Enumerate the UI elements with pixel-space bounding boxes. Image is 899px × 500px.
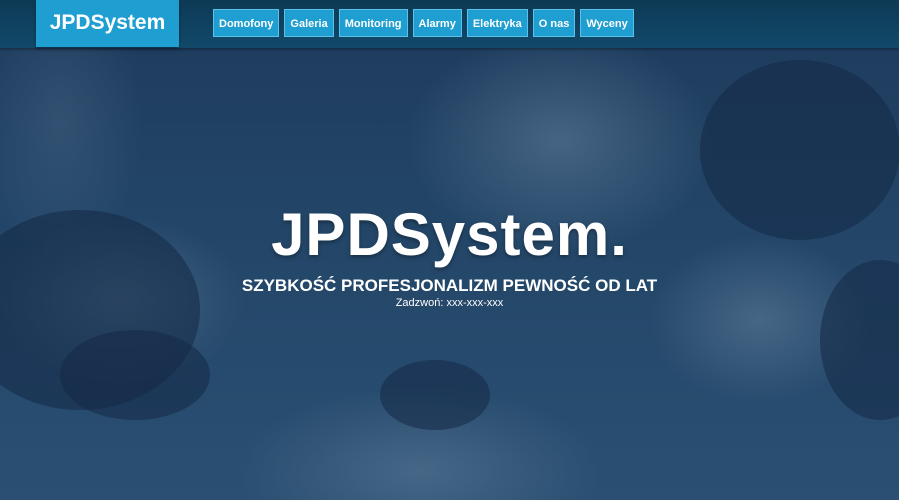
nav-item-wyceny[interactable]: Wyceny <box>580 9 634 37</box>
hero-tagline: SZYBKOŚĆ PROFESJONALIZM PEWNOŚĆ OD LAT <box>241 276 658 295</box>
nav-item-galeria[interactable]: Galeria <box>284 9 334 37</box>
background-shape <box>60 330 210 420</box>
nav-item-elektryka[interactable]: Elektryka <box>466 9 528 37</box>
hero: JPDSystem. SZYBKOŚĆ PROFESJONALIZM PEWNO… <box>0 200 899 310</box>
background-shape <box>380 360 490 430</box>
hero-title: JPDSystem. <box>271 201 628 268</box>
nav-item-monitoring[interactable]: Monitoring <box>338 9 408 37</box>
navbar: JPDSystem Domofony Galeria Monitoring Al… <box>0 0 899 48</box>
page: JPDSystem Domofony Galeria Monitoring Al… <box>0 0 899 500</box>
hero-phone: Zadzwoń: xxx-xxx-xxx <box>395 297 504 309</box>
brand-logo[interactable]: JPDSystem <box>36 0 179 47</box>
nav-menu: Domofony Galeria Monitoring Alarmy Elekt… <box>213 9 634 37</box>
nav-item-o-nas[interactable]: O nas <box>532 9 576 37</box>
nav-item-domofony[interactable]: Domofony <box>213 9 280 37</box>
nav-item-alarmy[interactable]: Alarmy <box>412 9 462 37</box>
